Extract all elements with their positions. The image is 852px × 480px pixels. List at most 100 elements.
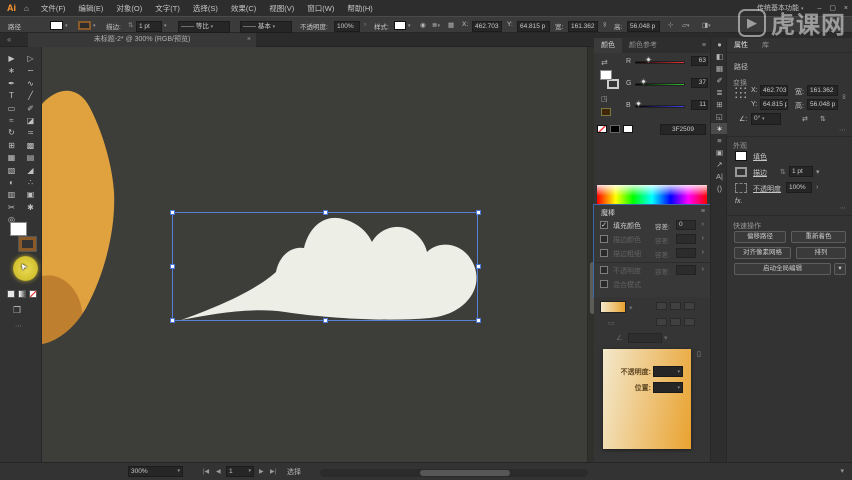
shaper-tool[interactable]: ≈: [2, 115, 21, 127]
gradient-angle-field[interactable]: [628, 333, 662, 343]
stroke-gradient-within-icon[interactable]: [656, 318, 667, 326]
selection-tool[interactable]: ▶: [2, 53, 21, 65]
panel-menu-icon[interactable]: ≡: [702, 42, 706, 49]
magic-wand-tool[interactable]: ∗: [2, 65, 21, 77]
flip-horizontal-icon[interactable]: ⇄: [802, 115, 808, 123]
gradient-panel-icon[interactable]: ◧: [711, 51, 728, 62]
color-panel-icon[interactable]: ●: [711, 39, 728, 50]
width-field[interactable]: 161.362: [568, 21, 598, 32]
panel-fill-proxy[interactable]: [600, 70, 612, 80]
none-mode-icon[interactable]: [29, 290, 37, 298]
props-stroke-field[interactable]: 1 pt: [789, 166, 813, 177]
wand-tolerance-chevron-3[interactable]: ›: [702, 266, 704, 273]
wand-checkbox-3[interactable]: [600, 266, 608, 274]
global-edit-dropdown[interactable]: ▾: [834, 263, 846, 275]
menu-item-8[interactable]: 帮助(H): [347, 3, 372, 14]
style-swatch[interactable]: [394, 21, 406, 30]
constrain-proportions-icon[interactable]: ∞: [601, 22, 608, 27]
menu-item-1[interactable]: 编辑(E): [78, 3, 103, 14]
flip-vertical-icon[interactable]: ⇅: [820, 115, 826, 123]
transform-panel-icon[interactable]: ⊞: [711, 99, 728, 110]
artboard-tool[interactable]: ▣: [21, 189, 40, 201]
props-fill-swatch[interactable]: [735, 151, 747, 161]
tab-close-icon[interactable]: ×: [247, 33, 251, 47]
isolate-icon[interactable]: ◨▾: [702, 21, 711, 29]
props-stroke-swatch[interactable]: [735, 167, 747, 177]
draw-mode-icon[interactable]: ❐: [13, 305, 21, 316]
menu-item-5[interactable]: 效果(C): [231, 3, 256, 14]
appearance-more-options[interactable]: ⋯: [839, 204, 846, 212]
hand-tool[interactable]: ✱: [21, 202, 40, 214]
props-y-field[interactable]: 64.815 p: [760, 99, 788, 110]
next-artboard-icon[interactable]: ▶: [259, 468, 264, 475]
black-swatch[interactable]: [610, 125, 620, 133]
workspace-switcher[interactable]: 传统基本功能 ▾: [757, 3, 803, 13]
gradient-tool[interactable]: ▧: [2, 165, 21, 177]
paintbrush-tool[interactable]: ✐: [21, 103, 40, 115]
document-tab[interactable]: 未标题-2* @ 300% (RGB/预览) ×: [28, 33, 256, 47]
selection-bounding-box[interactable]: [172, 212, 478, 321]
slider-track-r[interactable]: [635, 61, 685, 64]
x-field[interactable]: 462.703: [472, 21, 502, 32]
orange-blob-graphic[interactable]: [42, 80, 122, 348]
eraser-tool[interactable]: ◪: [21, 115, 40, 127]
align-pixel-grid-button[interactable]: 对齐像素网格: [734, 247, 791, 259]
magic-wand-panel-menu-icon[interactable]: ≡: [701, 208, 705, 215]
wand-tolerance-chevron-1[interactable]: ›: [702, 235, 704, 242]
selection-handle-sw[interactable]: [170, 318, 175, 323]
transform-options-icon[interactable]: ▦: [448, 21, 454, 29]
mesh-tool[interactable]: ▤: [21, 152, 40, 164]
first-artboard-icon[interactable]: |◀: [203, 468, 209, 475]
tab-collapse-icon[interactable]: «: [7, 35, 11, 44]
selection-handle-s[interactable]: [323, 318, 328, 323]
align-options-icon[interactable]: ≣▾: [432, 21, 440, 29]
pathfinder-panel-icon[interactable]: ◱: [711, 111, 728, 122]
gradient-location-field[interactable]: ▾: [653, 382, 683, 393]
width-tool[interactable]: ≍: [21, 127, 40, 139]
tab-properties[interactable]: 属性: [727, 38, 755, 52]
wand-tolerance-chevron-0[interactable]: ›: [702, 221, 704, 228]
brushes-panel-icon[interactable]: ✐: [711, 75, 728, 86]
props-fill-label[interactable]: 填色: [753, 152, 767, 162]
gradient-type-linear-icon[interactable]: [656, 302, 667, 310]
zoom-level-select[interactable]: 300% ▾: [128, 466, 183, 477]
paragraph-panel-icon[interactable]: (): [711, 183, 728, 194]
curvature-tool[interactable]: ∿: [21, 78, 40, 90]
stroke-proxy-swatch[interactable]: [19, 237, 36, 251]
wand-checkbox-1[interactable]: [600, 235, 608, 243]
swatches-panel-icon[interactable]: ▦: [711, 63, 728, 74]
align-panel-icon[interactable]: ≣: [711, 87, 728, 98]
wand-tolerance-field-3[interactable]: [676, 265, 696, 275]
props-x-field[interactable]: 462.703: [760, 85, 788, 96]
fill-color-swatch[interactable]: [50, 21, 63, 30]
wand-tolerance-field-2[interactable]: [676, 248, 696, 258]
props-h-field[interactable]: 56.048 p: [807, 99, 838, 110]
line-segment-tool[interactable]: ╱: [21, 90, 40, 102]
height-field[interactable]: 56.048 p: [627, 21, 660, 32]
home-icon[interactable]: ⌂: [24, 4, 29, 13]
menu-item-4[interactable]: 选择(S): [193, 3, 218, 14]
width-profile-select[interactable]: —— 等比 ▾: [178, 21, 230, 33]
tab-libraries[interactable]: 库: [755, 38, 776, 52]
wand-tolerance-chevron-2[interactable]: ›: [702, 249, 704, 256]
selection-handle-nw[interactable]: [170, 210, 175, 215]
stroke-color-swatch[interactable]: [78, 21, 91, 30]
delete-stop-icon[interactable]: ▯: [697, 350, 701, 358]
menu-item-0[interactable]: 文件(F): [41, 3, 66, 14]
fill-proxy-swatch[interactable]: [10, 222, 27, 236]
gradient-type-radial-icon[interactable]: [670, 302, 681, 310]
tab-color-guide[interactable]: 颜色参考: [622, 38, 664, 53]
toolbar-overflow-icon[interactable]: ⋯: [15, 322, 22, 330]
slice-tool[interactable]: ✂: [2, 202, 21, 214]
stroke-weight-field[interactable]: 1 pt: [136, 21, 162, 32]
wand-tolerance-field-1[interactable]: [676, 234, 696, 244]
transform-icon[interactable]: ⊹: [668, 21, 673, 29]
menu-item-7[interactable]: 窗口(W): [307, 3, 334, 14]
gradient-type-freeform-icon[interactable]: [684, 302, 695, 310]
recolor-button[interactable]: 重新着色: [791, 231, 846, 243]
slider-value-b[interactable]: 11: [691, 100, 708, 110]
minimize-button[interactable]: –: [817, 5, 821, 12]
selection-handle-n[interactable]: [323, 210, 328, 215]
reference-point-grid[interactable]: [734, 86, 746, 100]
opacity-field[interactable]: 100%: [334, 21, 360, 32]
